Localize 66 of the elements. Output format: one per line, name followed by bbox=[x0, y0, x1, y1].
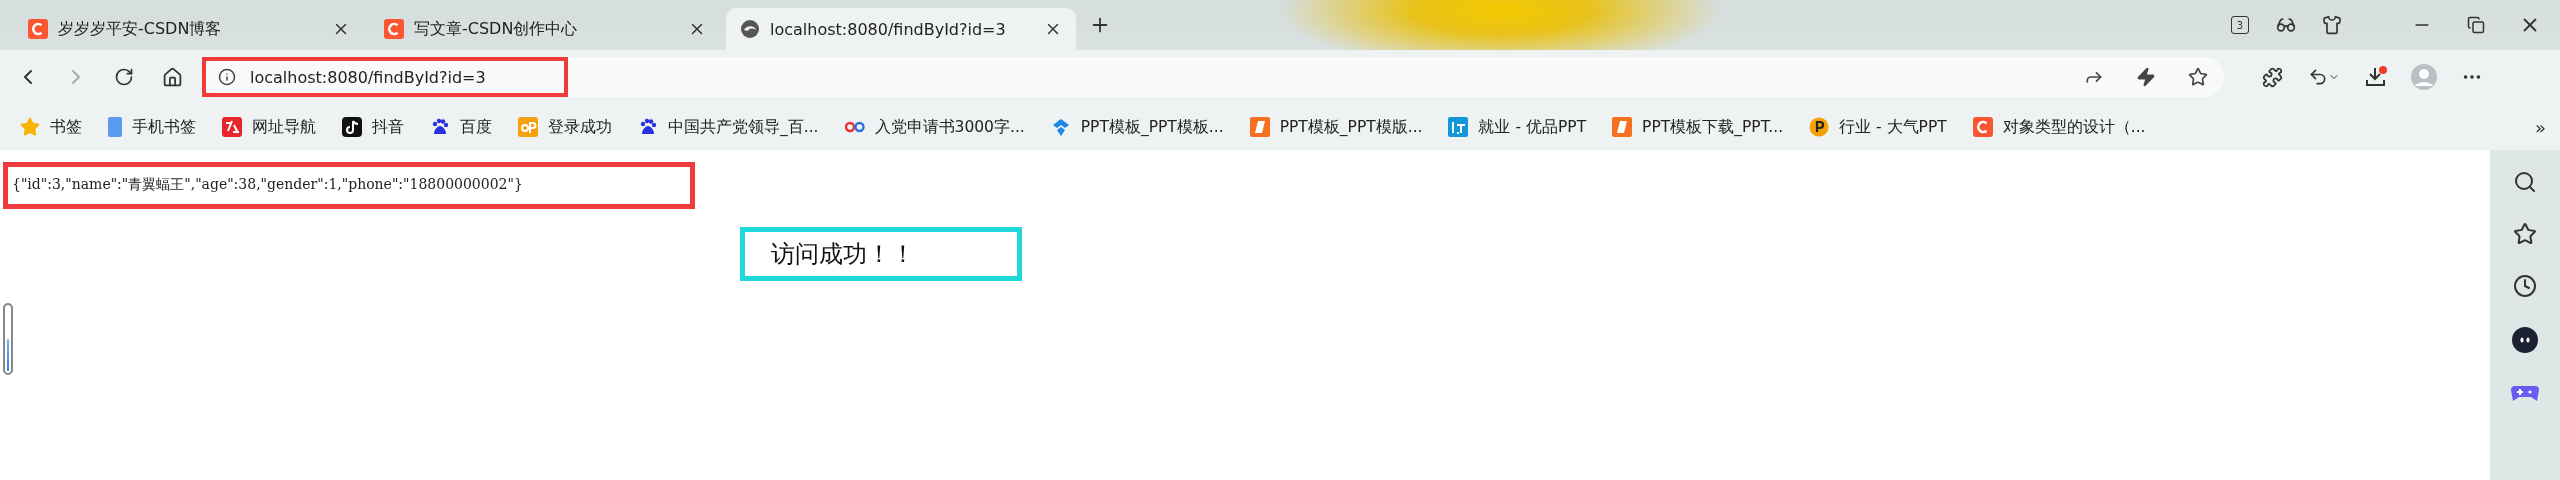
phone-icon bbox=[108, 117, 122, 137]
bookmark-item[interactable]: 登录成功 bbox=[518, 116, 612, 138]
bookmark-label[interactable]: PPT模板下载_PPT... bbox=[1642, 116, 1784, 138]
bookmark-label[interactable]: 抖音 bbox=[372, 116, 404, 138]
browser-logo-icon bbox=[740, 19, 760, 39]
bookmark-item[interactable]: 对象类型的设计（... bbox=[1972, 116, 2146, 138]
bookmark-item[interactable]: 行业 - 大气PPT bbox=[1809, 116, 1947, 138]
history-icon[interactable] bbox=[2513, 274, 2537, 298]
bookmark-label[interactable]: 手机书签 bbox=[132, 116, 196, 138]
bookmark-item[interactable]: 中国共产党领导_百... bbox=[638, 116, 819, 138]
bookmark-label[interactable]: 中国共产党领导_百... bbox=[668, 116, 819, 138]
bookmark-label[interactable]: 登录成功 bbox=[548, 116, 612, 138]
bookmark-label[interactable]: 就业 - 优品PPT bbox=[1478, 116, 1587, 138]
bookmark-item[interactable]: 网址导航 bbox=[222, 116, 316, 138]
browser-tab[interactable]: localhost:8080/findById?id=3 bbox=[726, 8, 1076, 50]
browser-tab[interactable]: 写文章-CSDN创作中心 bbox=[370, 8, 720, 50]
bookmark-label[interactable]: 网址导航 bbox=[252, 116, 316, 138]
undo-icon[interactable] bbox=[2308, 67, 2328, 87]
bookmark-label[interactable]: PPT模板_PPT模版... bbox=[1279, 116, 1423, 138]
bookmark-item[interactable]: 入党申请书3000字... bbox=[844, 116, 1025, 138]
shirt-icon[interactable] bbox=[2322, 15, 2342, 35]
search-icon[interactable] bbox=[2513, 170, 2537, 194]
bookmark-item[interactable]: PPT模板_PPT模版... bbox=[1249, 116, 1423, 138]
bookmark-item[interactable]: PPT模板下载_PPT... bbox=[1612, 116, 1784, 138]
square-logo-icon bbox=[1448, 117, 1469, 137]
bookmark-label[interactable]: 百度 bbox=[460, 116, 492, 138]
bookmark-item[interactable]: 书签 bbox=[20, 116, 82, 138]
bookmark-label[interactable]: 入党申请书3000字... bbox=[874, 116, 1025, 138]
navigation-logo-icon bbox=[222, 117, 242, 137]
site-logo-icon bbox=[518, 117, 538, 137]
extensions-icon[interactable] bbox=[2261, 66, 2283, 88]
coin-icon bbox=[1809, 117, 1830, 137]
info-icon bbox=[218, 68, 236, 86]
favorite-icon[interactable] bbox=[2513, 222, 2537, 246]
tab-count-icon[interactable]: 3 bbox=[2231, 16, 2249, 34]
address-bar[interactable]: localhost:8080/findById?id=3 bbox=[202, 57, 2224, 97]
ball-character-icon[interactable] bbox=[2511, 326, 2539, 354]
csdn-logo-icon bbox=[1972, 117, 1993, 137]
slab-logo-icon bbox=[1249, 117, 1270, 137]
success-message: 访问成功！！ bbox=[740, 227, 1022, 281]
home-icon[interactable] bbox=[161, 66, 183, 88]
bookmark-label[interactable]: PPT模板_PPT模板... bbox=[1080, 116, 1224, 138]
star-icon bbox=[20, 117, 40, 137]
lightning-icon[interactable] bbox=[2136, 67, 2156, 87]
csdn-logo-icon bbox=[28, 19, 48, 39]
browser-tab[interactable]: 岁岁岁平安-CSDN博客 bbox=[14, 8, 364, 50]
reload-icon[interactable] bbox=[114, 67, 134, 87]
bookmark-label[interactable]: 行业 - 大气PPT bbox=[1839, 116, 1947, 138]
url-text[interactable]: localhost:8080/findById?id=3 bbox=[250, 67, 486, 87]
paw-icon bbox=[638, 117, 658, 137]
bookmark-item[interactable]: 手机书签 bbox=[108, 116, 196, 138]
bookmark-item[interactable]: 百度 bbox=[430, 116, 492, 138]
bookmark-label[interactable]: 书签 bbox=[50, 116, 82, 138]
json-response: {"id":3,"name":"青翼蝠王","age":38,"gender":1,"phone":"18800000002"} bbox=[3, 162, 695, 209]
glasses-icon[interactable] bbox=[2276, 15, 2296, 35]
restore-icon[interactable] bbox=[2467, 16, 2485, 34]
music-note-icon bbox=[342, 117, 362, 137]
bookmark-item[interactable]: PPT模板_PPT模板... bbox=[1050, 116, 1224, 138]
bookmark-item[interactable]: 就业 - 优品PPT bbox=[1448, 116, 1587, 138]
paw-icon bbox=[430, 117, 450, 137]
slab-logo-icon bbox=[1612, 117, 1633, 137]
bookmark-label[interactable]: 对象类型的设计（... bbox=[2002, 116, 2146, 138]
favorite-icon[interactable] bbox=[2188, 67, 2208, 87]
bookmark-item[interactable]: 抖音 bbox=[342, 116, 404, 138]
csdn-logo-icon bbox=[384, 19, 404, 39]
more-bookmarks[interactable]: » bbox=[2535, 116, 2546, 138]
